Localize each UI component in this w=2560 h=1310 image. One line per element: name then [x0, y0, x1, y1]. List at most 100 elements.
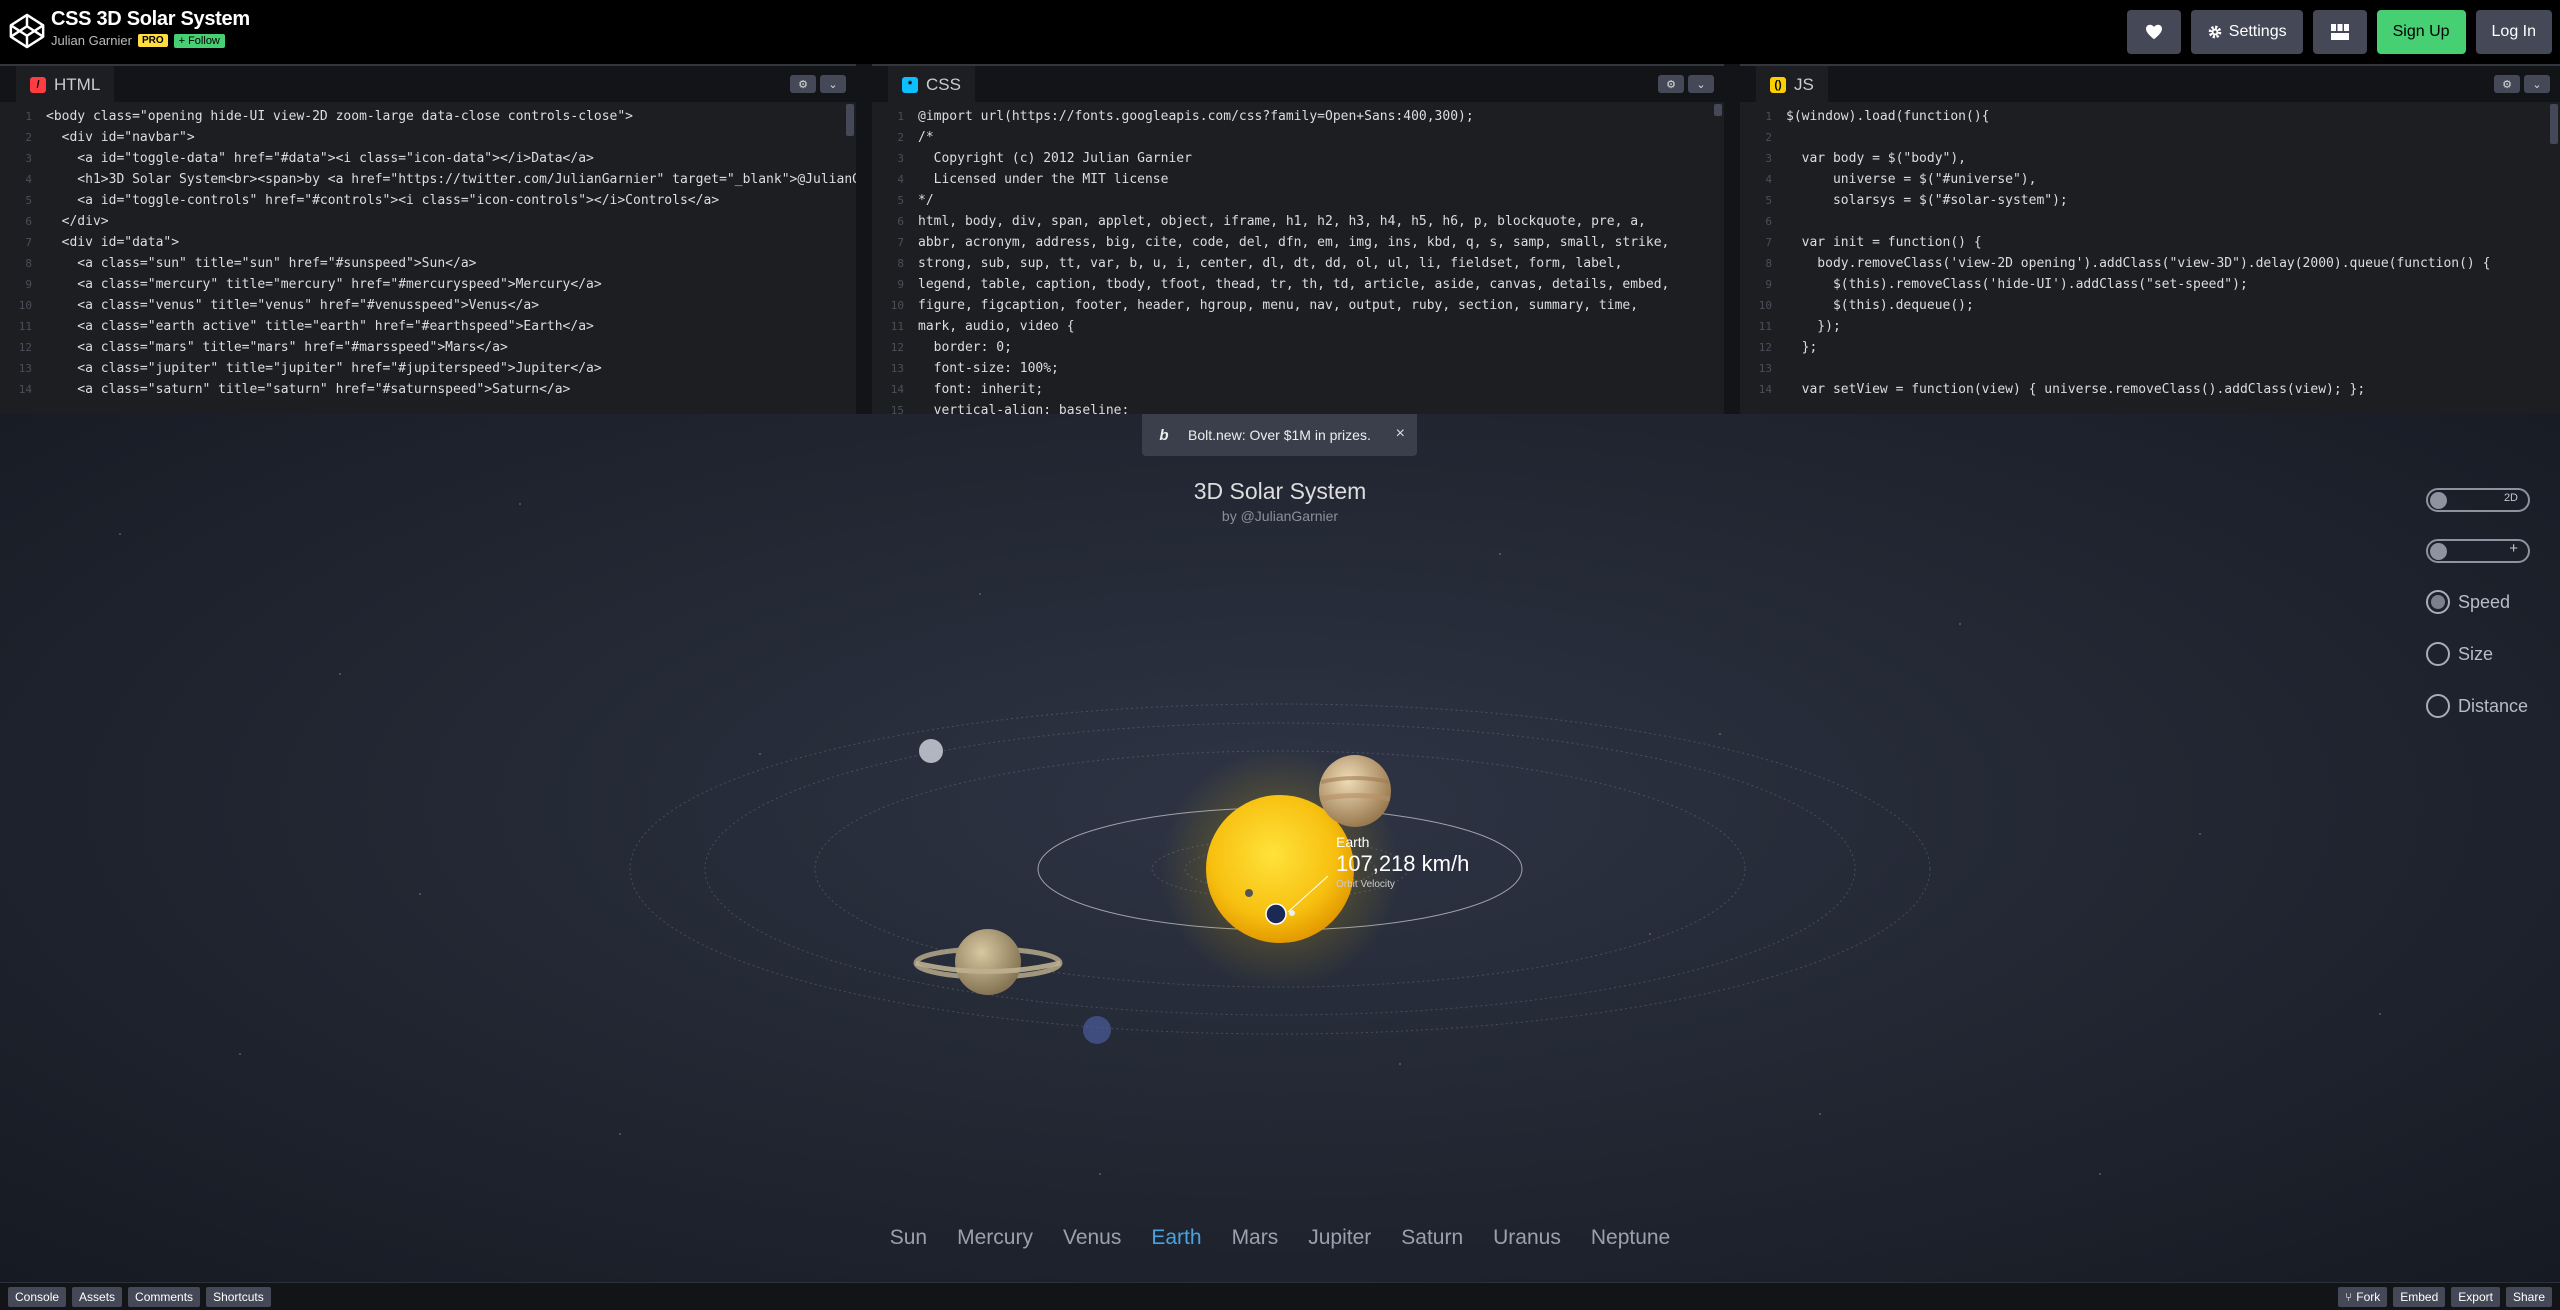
codepen-logo-icon[interactable] [8, 12, 46, 50]
code-text: $(this).removeClass('hide-UI').addClass(… [1786, 277, 2248, 292]
code-text: <div id="data"> [46, 235, 180, 250]
js-collapse-chevron-icon[interactable]: ⌄ [2524, 75, 2550, 93]
code-line: 9 $(this).removeClass('hide-UI').addClas… [1740, 274, 2560, 295]
line-number: 11 [18, 320, 32, 333]
planet-link-mars[interactable]: Mars [1232, 1226, 1279, 1250]
line-number: 3 [897, 152, 904, 165]
code-text: vertical-align: baseline; [918, 403, 1130, 414]
share-button[interactable]: Share [2505, 1287, 2552, 1307]
code-text: abbr, acronym, address, big, cite, code,… [918, 235, 1670, 250]
shortcuts-button[interactable]: Shortcuts [206, 1287, 271, 1307]
html-tab-label: HTML [54, 75, 101, 94]
css-code-area[interactable]: 1 @import url(https://fonts.googleapis.co… [872, 102, 1724, 414]
planet-link-mercury[interactable]: Mercury [957, 1226, 1033, 1250]
line-number: 12 [18, 341, 32, 354]
line-number: 2 [1765, 131, 1772, 144]
line-number: 14 [18, 383, 32, 396]
neptune-planet[interactable] [1083, 1016, 1111, 1044]
code-line: 13 font-size: 100%; [872, 358, 1724, 379]
html-tab[interactable]: / HTML [16, 66, 115, 104]
code-text: */ [918, 193, 934, 208]
like-button[interactable] [2126, 10, 2181, 54]
line-number: 8 [25, 257, 32, 270]
option-distance[interactable]: Distance [2426, 694, 2528, 718]
view-2d-toggle[interactable]: 2D [2426, 488, 2530, 512]
author-line: Julian Garnier PRO + Follow [51, 33, 250, 48]
line-number: 7 [897, 236, 904, 249]
comments-button[interactable]: Comments [128, 1287, 201, 1307]
code-line: 14 var setView = function(view) { univer… [1740, 379, 2560, 400]
css-scrollbar[interactable] [1714, 104, 1722, 116]
option-speed[interactable]: Speed [2426, 590, 2510, 614]
code-line: 3 var body = $("body"), [1740, 148, 2560, 169]
login-button[interactable]: Log In [2475, 10, 2552, 54]
code-line: 4 Licensed under the MIT license [872, 169, 1724, 190]
html-editor: / HTML ⚙ ⌄ 1 <body class="opening hide-UI… [0, 64, 856, 414]
author-name[interactable]: Julian Garnier [51, 33, 132, 48]
settings-button[interactable]: Settings [2190, 10, 2303, 54]
line-number: 1 [1765, 110, 1772, 123]
code-text: body.removeClass('view-2D opening').addC… [1786, 256, 2491, 271]
title-block: CSS 3D Solar System Julian Garnier PRO +… [51, 8, 250, 48]
js-file-icon: () [1770, 77, 1786, 93]
code-text: @import url(https://fonts.googleapis.com… [918, 109, 1474, 124]
uranus-planet[interactable] [919, 739, 943, 763]
code-text: <a class="jupiter" title="jupiter" href=… [46, 361, 602, 376]
code-text: <body class="opening hide-UI view-2D zoo… [46, 109, 633, 124]
line-number: 7 [25, 236, 32, 249]
option-size[interactable]: Size [2426, 642, 2493, 666]
code-line: 11 mark, audio, video { [872, 316, 1724, 337]
change-view-button[interactable] [2312, 10, 2367, 54]
pen-title: CSS 3D Solar System [51, 8, 250, 31]
app-byline[interactable]: by @JulianGarnier [0, 508, 2560, 524]
jupiter-planet[interactable] [1319, 755, 1391, 827]
js-tab-label: JS [1794, 75, 1814, 94]
html-collapse-chevron-icon[interactable]: ⌄ [820, 75, 846, 93]
export-button[interactable]: Export [2451, 1287, 2500, 1307]
distance-label: Distance [2458, 695, 2529, 716]
css-collapse-chevron-icon[interactable]: ⌄ [1688, 75, 1714, 93]
code-line: 11 <a class="earth active" title="earth"… [0, 316, 856, 337]
signup-button[interactable]: Sign Up [2376, 10, 2466, 54]
planet-link-jupiter[interactable]: Jupiter [1308, 1226, 1371, 1250]
html-scrollbar[interactable] [846, 104, 854, 136]
zoom-toggle[interactable]: + [2426, 539, 2530, 563]
planet-link-earth[interactable]: Earth [1151, 1226, 1201, 1250]
html-settings-gear-icon[interactable]: ⚙ [790, 75, 816, 93]
css-settings-gear-icon[interactable]: ⚙ [1658, 75, 1684, 93]
console-button[interactable]: Console [8, 1287, 67, 1307]
embed-button[interactable]: Embed [2393, 1287, 2446, 1307]
code-line: 5 solarsys = $("#solar-system"); [1740, 190, 2560, 211]
js-code-area[interactable]: 1 $(window).load(function(){2 3 var body =… [1740, 102, 2560, 414]
mercury-planet[interactable] [1245, 889, 1253, 897]
css-tab[interactable]: * CSS [888, 66, 975, 104]
code-text: html, body, div, span, applet, object, i… [918, 214, 1646, 229]
planet-link-uranus[interactable]: Uranus [1493, 1226, 1561, 1250]
js-tab[interactable]: () JS [1756, 66, 1828, 104]
code-line: 12 <a class="mars" title="mars" href="#m… [0, 337, 856, 358]
fork-button[interactable]: ⑂ Fork [2338, 1287, 2388, 1307]
close-icon[interactable]: × [1396, 425, 1405, 443]
assets-button[interactable]: Assets [72, 1287, 123, 1307]
saturn-planet[interactable] [913, 929, 1063, 995]
planet-link-saturn[interactable]: Saturn [1401, 1226, 1463, 1250]
js-scrollbar[interactable] [2550, 104, 2558, 144]
fork-icon: ⑂ [2345, 1290, 2353, 1304]
planet-link-venus[interactable]: Venus [1063, 1226, 1121, 1250]
earth-planet[interactable] [1265, 903, 1287, 925]
js-settings-gear-icon[interactable]: ⚙ [2494, 75, 2520, 93]
toggle-2d-label: 2D [2503, 492, 2518, 504]
bolt-ad-banner[interactable]: b Bolt.new: Over $1M in prizes. × [1142, 414, 1417, 456]
planet-link-neptune[interactable]: Neptune [1591, 1226, 1670, 1250]
html-code-area[interactable]: 1 <body class="opening hide-UI view-2D zo… [0, 102, 856, 414]
header-actions: Settings Sign Up Log In [2126, 10, 2552, 54]
planet-link-sun[interactable]: Sun [890, 1226, 927, 1250]
code-line: 14 font: inherit; [872, 379, 1724, 400]
result-preview: b Bolt.new: Over $1M in prizes. × 3D Sol… [0, 414, 2560, 1282]
code-line: 5 */ [872, 190, 1724, 211]
html-file-icon: / [30, 77, 46, 93]
code-text: Copyright (c) 2012 Julian Garnier [918, 151, 1192, 166]
code-text: <a class="mars" title="mars" href="#mars… [46, 340, 508, 355]
follow-button[interactable]: + Follow [173, 33, 225, 48]
code-text: Licensed under the MIT license [918, 172, 1169, 187]
